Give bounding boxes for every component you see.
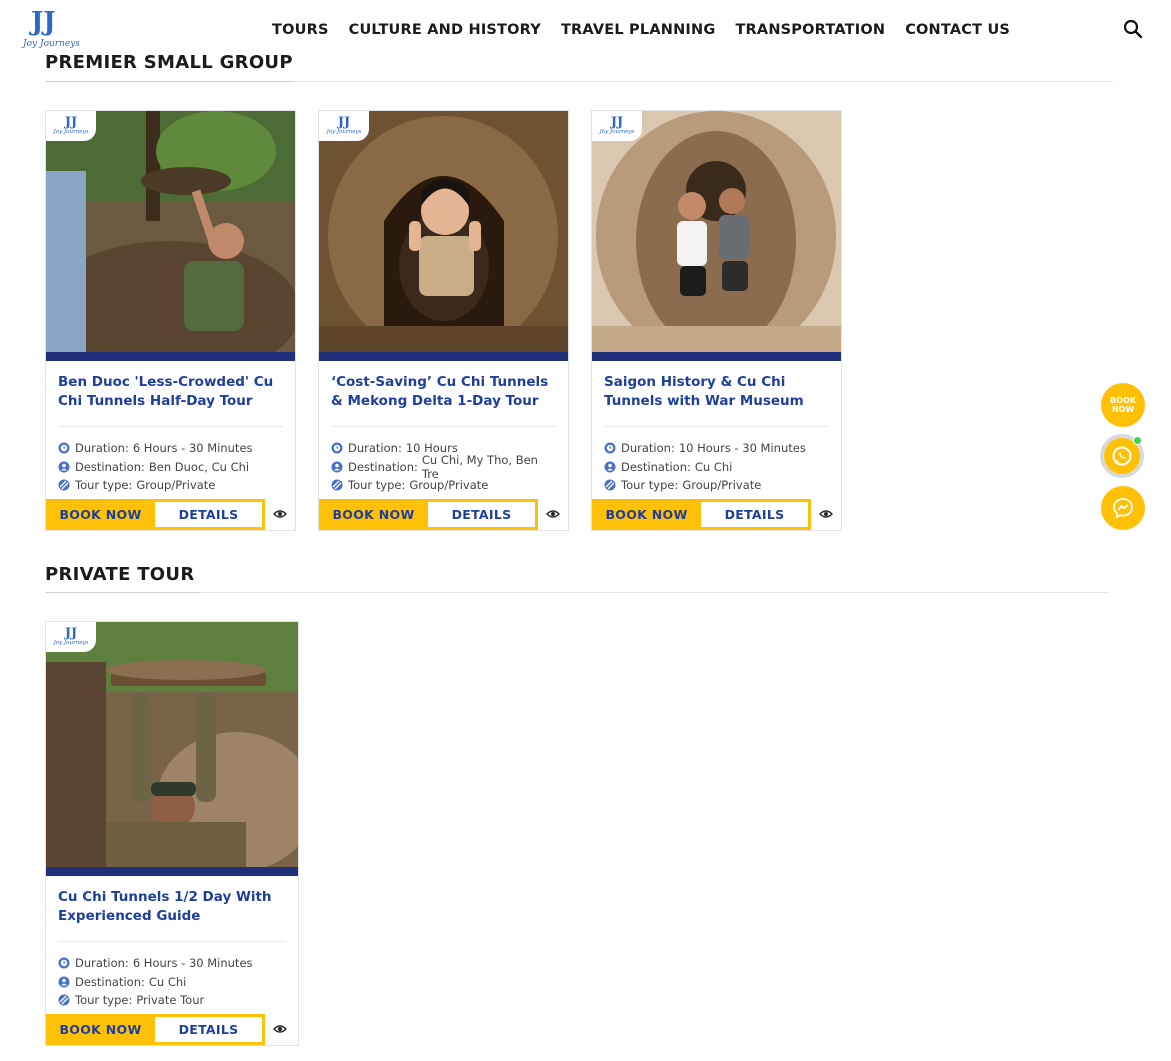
tour-destination: Destination: Cu Chi (604, 458, 829, 477)
card-divider (58, 941, 286, 942)
section-title-premier-small-group: PREMIER SMALL GROUP (45, 52, 293, 73)
details-button[interactable]: DETAILS (155, 498, 265, 530)
svg-text:Joy Journeys: Joy Journeys (21, 39, 80, 49)
book-now-button[interactable]: BOOK NOW (319, 498, 428, 530)
book-now-button[interactable]: BOOK NOW (592, 498, 701, 530)
card-divider (58, 426, 283, 427)
person-icon (331, 461, 343, 473)
image-logo: JJ Joy Journeys (46, 622, 96, 652)
tour-type: Tour type: Private Tour (58, 991, 286, 1010)
details-button[interactable]: DETAILS (428, 498, 538, 530)
tour-type: Tour type: Group/Private (604, 476, 829, 495)
section-divider (45, 592, 1109, 593)
eye-icon (273, 510, 287, 518)
image-logo: JJ Joy Journeys (46, 111, 96, 141)
clock-icon (604, 442, 616, 454)
tour-image[interactable]: JJ Joy Journeys (46, 111, 295, 361)
tour-title[interactable]: ‘Cost-Saving’ Cu Chi Tunnels & Mekong De… (331, 373, 556, 413)
tour-destination: Destination: Ben Duoc, Cu Chi (58, 458, 283, 477)
clock-icon (331, 442, 343, 454)
book-now-button[interactable]: BOOK NOW (46, 1013, 155, 1045)
online-status-dot (1133, 436, 1142, 445)
globe-icon (58, 994, 70, 1006)
tour-title[interactable]: Cu Chi Tunnels 1/2 Day With Experienced … (58, 888, 286, 928)
tour-destination: Destination: Cu Chi (58, 973, 286, 992)
tour-meta: Duration: 6 Hours - 30 Minutes Destinati… (58, 439, 283, 495)
nav-transportation[interactable]: TRANSPORTATION (735, 20, 885, 40)
tour-card: JJ Joy Journeys ‘Cost-Saving’ Cu Chi Tunn… (318, 110, 569, 531)
main-nav: TOURS CULTURE AND HISTORY TRAVEL PLANNIN… (272, 20, 1030, 40)
tour-duration: Duration: 6 Hours - 30 Minutes (58, 954, 286, 973)
card-actions: BOOK NOW DETAILS (46, 498, 295, 530)
details-button[interactable]: DETAILS (155, 1013, 265, 1045)
person-icon (58, 461, 70, 473)
whatsapp-icon (1112, 446, 1132, 466)
image-footer-strip (319, 352, 568, 361)
joy-journeys-logo[interactable]: JJ Joy Journeys (20, 6, 82, 50)
tour-image[interactable]: JJ Joy Journeys (46, 622, 298, 876)
nav-travel-planning[interactable]: TRAVEL PLANNING (561, 20, 716, 40)
image-logo: JJ Joy Journeys (319, 111, 369, 141)
tour-card: JJ Joy Journeys Saigon History & Cu Chi T… (591, 110, 842, 531)
tour-image[interactable]: JJ Joy Journeys (592, 111, 841, 361)
tour-image[interactable]: JJ Joy Journeys (319, 111, 568, 361)
details-button[interactable]: DETAILS (701, 498, 811, 530)
globe-icon (58, 479, 70, 491)
image-footer-strip (46, 867, 298, 876)
tour-meta: Duration: 10 Hours Destination: Cu Chi, … (331, 439, 556, 495)
eye-icon (546, 510, 560, 518)
card-divider (331, 426, 556, 427)
nav-contact-us[interactable]: CONTACT US (905, 20, 1010, 40)
tour-duration: Duration: 6 Hours - 30 Minutes (58, 439, 283, 458)
tour-card: JJ Joy Journeys Ben Duoc 'Less-Crowded' C… (45, 110, 296, 531)
person-icon (58, 976, 70, 988)
person-icon (604, 461, 616, 473)
quick-view-button[interactable] (265, 1014, 295, 1045)
nav-tours[interactable]: TOURS (272, 20, 329, 40)
tour-duration: Duration: 10 Hours - 30 Minutes (604, 439, 829, 458)
floating-messenger-button[interactable] (1101, 486, 1145, 530)
globe-icon (331, 479, 343, 491)
tour-destination: Destination: Cu Chi, My Tho, Ben Tre (331, 453, 556, 481)
card-actions: BOOK NOW DETAILS (46, 1013, 298, 1045)
card-actions: BOOK NOW DETAILS (592, 498, 841, 530)
image-footer-strip (46, 352, 295, 361)
tour-meta: Duration: 10 Hours - 30 Minutes Destinat… (604, 439, 829, 495)
search-icon[interactable] (1123, 19, 1143, 39)
card-actions: BOOK NOW DETAILS (319, 498, 568, 530)
messenger-icon (1113, 498, 1133, 519)
page: JJ Joy Journeys TOURS CULTURE AND HISTOR… (0, 0, 1171, 1061)
tour-title[interactable]: Ben Duoc 'Less-Crowded' Cu Chi Tunnels H… (58, 373, 283, 413)
quick-view-button[interactable] (265, 499, 295, 530)
tour-title[interactable]: Saigon History & Cu Chi Tunnels with War… (604, 373, 829, 413)
tour-card: JJ Joy Journeys Cu Chi Tunnels 1/2 Day Wi… (45, 621, 299, 1046)
image-logo: JJ Joy Journeys (592, 111, 642, 141)
tour-meta: Duration: 6 Hours - 30 Minutes Destinati… (58, 954, 286, 1010)
image-footer-strip (592, 352, 841, 361)
clock-icon (58, 957, 70, 969)
section-title-private-tour: PRIVATE TOUR (45, 564, 195, 585)
eye-icon (273, 1025, 287, 1033)
quick-view-button[interactable] (538, 499, 568, 530)
floating-whatsapp-button[interactable] (1100, 434, 1144, 478)
section-divider (45, 81, 1113, 82)
floating-book-now-button[interactable]: BOOK NOW (1101, 383, 1145, 427)
nav-culture-and-history[interactable]: CULTURE AND HISTORY (349, 20, 541, 40)
svg-text:JJ: JJ (29, 7, 56, 37)
eye-icon (819, 510, 833, 518)
book-now-button[interactable]: BOOK NOW (46, 498, 155, 530)
card-divider (604, 426, 829, 427)
tour-type: Tour type: Group/Private (58, 476, 283, 495)
globe-icon (604, 479, 616, 491)
quick-view-button[interactable] (811, 499, 841, 530)
clock-icon (58, 442, 70, 454)
